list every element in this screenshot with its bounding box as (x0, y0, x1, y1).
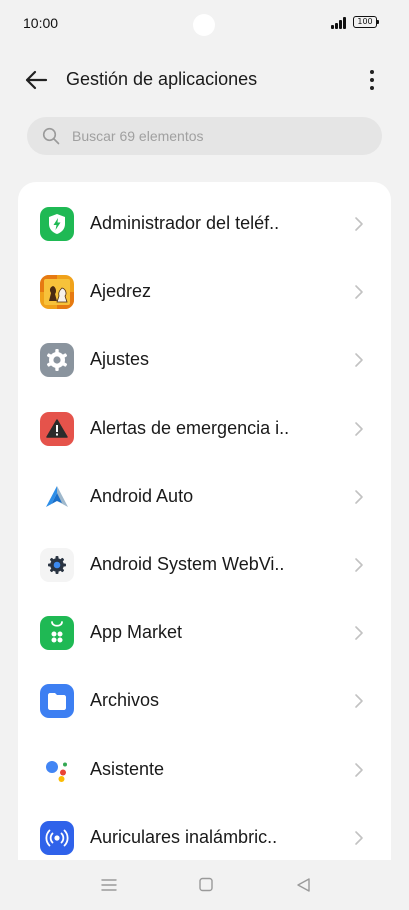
app-label: Ajedrez (90, 281, 152, 302)
list-item-app[interactable]: Administrador del teléf.. (18, 190, 391, 258)
app-market-icon (40, 616, 74, 651)
app-label: Android Auto (90, 485, 194, 506)
chess-icon (40, 275, 74, 310)
list-item-app[interactable]: Android System WebVi.. (18, 531, 391, 599)
wireless-earphones-icon (40, 820, 74, 855)
app-label: Android System WebVi.. (90, 553, 285, 574)
recent-apps-button[interactable] (99, 876, 119, 894)
page-title: Gestión de aplicaciones (66, 69, 258, 89)
app-header: Gestión de aplicaciones (0, 56, 409, 104)
search-icon (42, 127, 60, 145)
app-label: Asistente (90, 758, 165, 779)
battery-icon: 100 (353, 16, 379, 28)
status-bar: 10:00 100 (0, 0, 409, 46)
front-camera-cutout (193, 14, 215, 36)
list-item-app[interactable]: Alertas de emergencia i.. (18, 395, 391, 463)
back-arrow-icon (25, 70, 48, 90)
app-label: Auriculares inalámbric.. (90, 826, 278, 847)
chevron-right-icon (355, 217, 363, 231)
webview-gear-icon (40, 547, 74, 582)
android-auto-icon (40, 479, 74, 514)
assistant-icon (40, 752, 74, 787)
files-folder-icon (40, 684, 74, 719)
navigation-bar (0, 860, 409, 910)
list-item-app[interactable]: Ajedrez (18, 258, 391, 326)
app-list: Administrador del teléf.. Ajedrez Ajuste… (18, 182, 391, 860)
chevron-right-icon (355, 489, 363, 504)
chevron-right-icon (355, 353, 363, 368)
app-label: Archivos (90, 690, 160, 711)
settings-gear-icon (40, 343, 74, 378)
chevron-right-icon (355, 558, 363, 572)
list-item-app[interactable]: Ajustes (18, 326, 391, 394)
app-label: Administrador del teléf.. (90, 213, 280, 233)
status-time: 10:00 (23, 15, 59, 31)
list-item-app[interactable]: Auriculares inalámbric.. (18, 804, 391, 860)
square-home-icon (199, 877, 213, 892)
list-item-app[interactable]: Archivos (18, 667, 391, 735)
back-button[interactable] (20, 66, 52, 94)
phone-screen: 10:00 100 Gestión de aplicaciones Buscar… (0, 0, 409, 910)
more-dot-icon (370, 78, 374, 82)
list-item-app[interactable]: Android Auto (18, 463, 391, 531)
app-label: App Market (90, 622, 183, 643)
list-item-app[interactable]: Asistente (18, 736, 391, 804)
back-nav-button[interactable] (294, 876, 314, 894)
more-options-button[interactable] (358, 66, 386, 94)
app-label: Alertas de emergencia i.. (90, 417, 290, 438)
home-button[interactable] (196, 876, 216, 894)
chevron-right-icon (355, 694, 363, 709)
signal-icon (331, 17, 349, 29)
search-input[interactable] (72, 117, 362, 155)
chevron-right-icon (355, 762, 363, 777)
triangle-back-icon (297, 878, 310, 892)
list-item-app[interactable]: App Market (18, 599, 391, 667)
chevron-right-icon (355, 421, 363, 436)
chevron-right-icon (355, 285, 363, 299)
emergency-alert-icon (40, 411, 74, 446)
phone-manager-icon (40, 207, 74, 241)
more-dot-icon (370, 86, 374, 90)
more-dot-icon (370, 70, 374, 74)
app-label: Ajustes (90, 349, 150, 370)
chevron-right-icon (355, 626, 363, 640)
menu-lines-icon (101, 879, 117, 891)
chevron-right-icon (355, 830, 363, 845)
search-bar[interactable] (27, 117, 382, 155)
